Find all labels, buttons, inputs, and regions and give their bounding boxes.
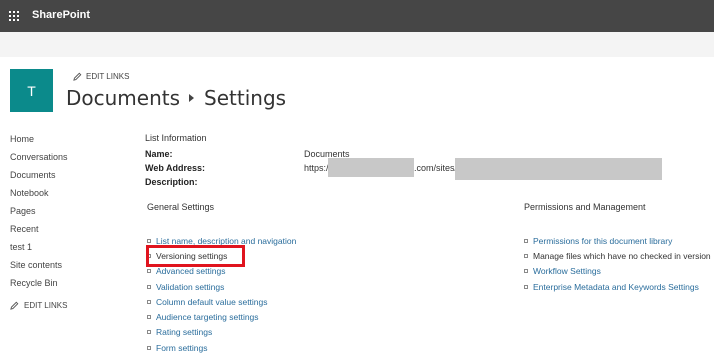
- app-name[interactable]: SharePoint: [32, 9, 90, 21]
- breadcrumb-documents[interactable]: Documents: [66, 86, 180, 110]
- bullet-icon: [147, 315, 151, 320]
- bullet-icon: [524, 269, 528, 274]
- edit-links-label: EDIT LINKS: [86, 72, 130, 81]
- nav-item-notebook[interactable]: Notebook: [10, 187, 68, 205]
- waffle-icon[interactable]: [9, 11, 19, 21]
- list-item: Permissions for this document library: [524, 233, 711, 248]
- web-address-row: Web Address:: [145, 163, 205, 173]
- nav-item-home[interactable]: Home: [10, 133, 68, 151]
- column-default-value-settings-link[interactable]: Column default value settings: [156, 297, 268, 307]
- bullet-icon: [524, 284, 528, 289]
- workflow-settings-link[interactable]: Workflow Settings: [533, 266, 601, 276]
- bullet-icon: [147, 269, 151, 274]
- manage-unchecked-files-link[interactable]: Manage files which have no checked in ve…: [533, 251, 711, 261]
- suite-bar: SharePoint: [0, 0, 714, 32]
- edit-links-nav-label: EDIT LINKS: [24, 301, 68, 310]
- list-information-header: List Information: [145, 133, 207, 143]
- form-settings-link[interactable]: Form settings: [156, 343, 208, 353]
- ribbon-bar: [0, 32, 714, 57]
- advanced-settings-link[interactable]: Advanced settings: [156, 266, 225, 276]
- list-item: Form settings: [147, 340, 296, 355]
- nav-item-documents[interactable]: Documents: [10, 169, 68, 187]
- bullet-icon: [147, 284, 151, 289]
- web-address-label: Web Address:: [145, 163, 206, 173]
- nav-item-pages[interactable]: Pages: [10, 205, 68, 223]
- breadcrumb-separator-icon: [189, 94, 195, 102]
- list-item: Rating settings: [147, 325, 296, 340]
- redacted-block: [455, 158, 662, 180]
- description-label: Description:: [145, 177, 198, 187]
- general-settings-header: General Settings: [147, 202, 215, 212]
- quick-launch: Home Conversations Documents Notebook Pa…: [10, 133, 68, 310]
- audience-targeting-settings-link[interactable]: Audience targeting settings: [156, 312, 259, 322]
- name-label: Name:: [145, 149, 173, 159]
- description-row: Description:: [145, 177, 198, 187]
- permissions-list: Permissions for this document library Ma…: [524, 233, 711, 294]
- name-row: Name:: [145, 149, 173, 159]
- breadcrumb-settings: Settings: [204, 86, 287, 110]
- web-address-mid: .com/sites/: [414, 163, 458, 173]
- pencil-icon: [10, 301, 19, 310]
- list-item: Manage files which have no checked in ve…: [524, 248, 711, 263]
- nav-item-recent[interactable]: Recent: [10, 223, 68, 241]
- edit-links-top[interactable]: EDIT LINKS: [73, 72, 129, 81]
- permissions-library-link[interactable]: Permissions for this document library: [533, 236, 672, 246]
- nav-item-conversations[interactable]: Conversations: [10, 151, 68, 169]
- nav-item-recycle-bin[interactable]: Recycle Bin: [10, 277, 68, 295]
- bullet-icon: [524, 238, 528, 243]
- edit-links-nav[interactable]: EDIT LINKS: [10, 301, 68, 310]
- page-title: Documents Settings: [66, 86, 286, 110]
- validation-settings-link[interactable]: Validation settings: [156, 282, 224, 292]
- list-item: Audience targeting settings: [147, 309, 296, 324]
- nav-item-test-1[interactable]: test 1: [10, 241, 68, 259]
- site-logo-tile[interactable]: T: [10, 69, 53, 112]
- enterprise-metadata-link[interactable]: Enterprise Metadata and Keywords Setting…: [533, 282, 699, 292]
- bullet-icon: [147, 299, 151, 304]
- bullet-icon: [147, 238, 151, 243]
- list-item: Workflow Settings: [524, 264, 711, 279]
- list-item: Enterprise Metadata and Keywords Setting…: [524, 279, 711, 294]
- highlight-box: [146, 245, 245, 267]
- permissions-management-header: Permissions and Management: [524, 202, 646, 212]
- bullet-icon: [147, 345, 151, 350]
- pencil-icon: [73, 72, 82, 81]
- redacted-block: [328, 158, 414, 177]
- list-item: Validation settings: [147, 279, 296, 294]
- nav-item-site-contents[interactable]: Site contents: [10, 259, 68, 277]
- web-address-prefix: https:/: [304, 163, 329, 173]
- list-item: Column default value settings: [147, 294, 296, 309]
- bullet-icon: [147, 330, 151, 335]
- rating-settings-link[interactable]: Rating settings: [156, 327, 212, 337]
- bullet-icon: [524, 253, 528, 258]
